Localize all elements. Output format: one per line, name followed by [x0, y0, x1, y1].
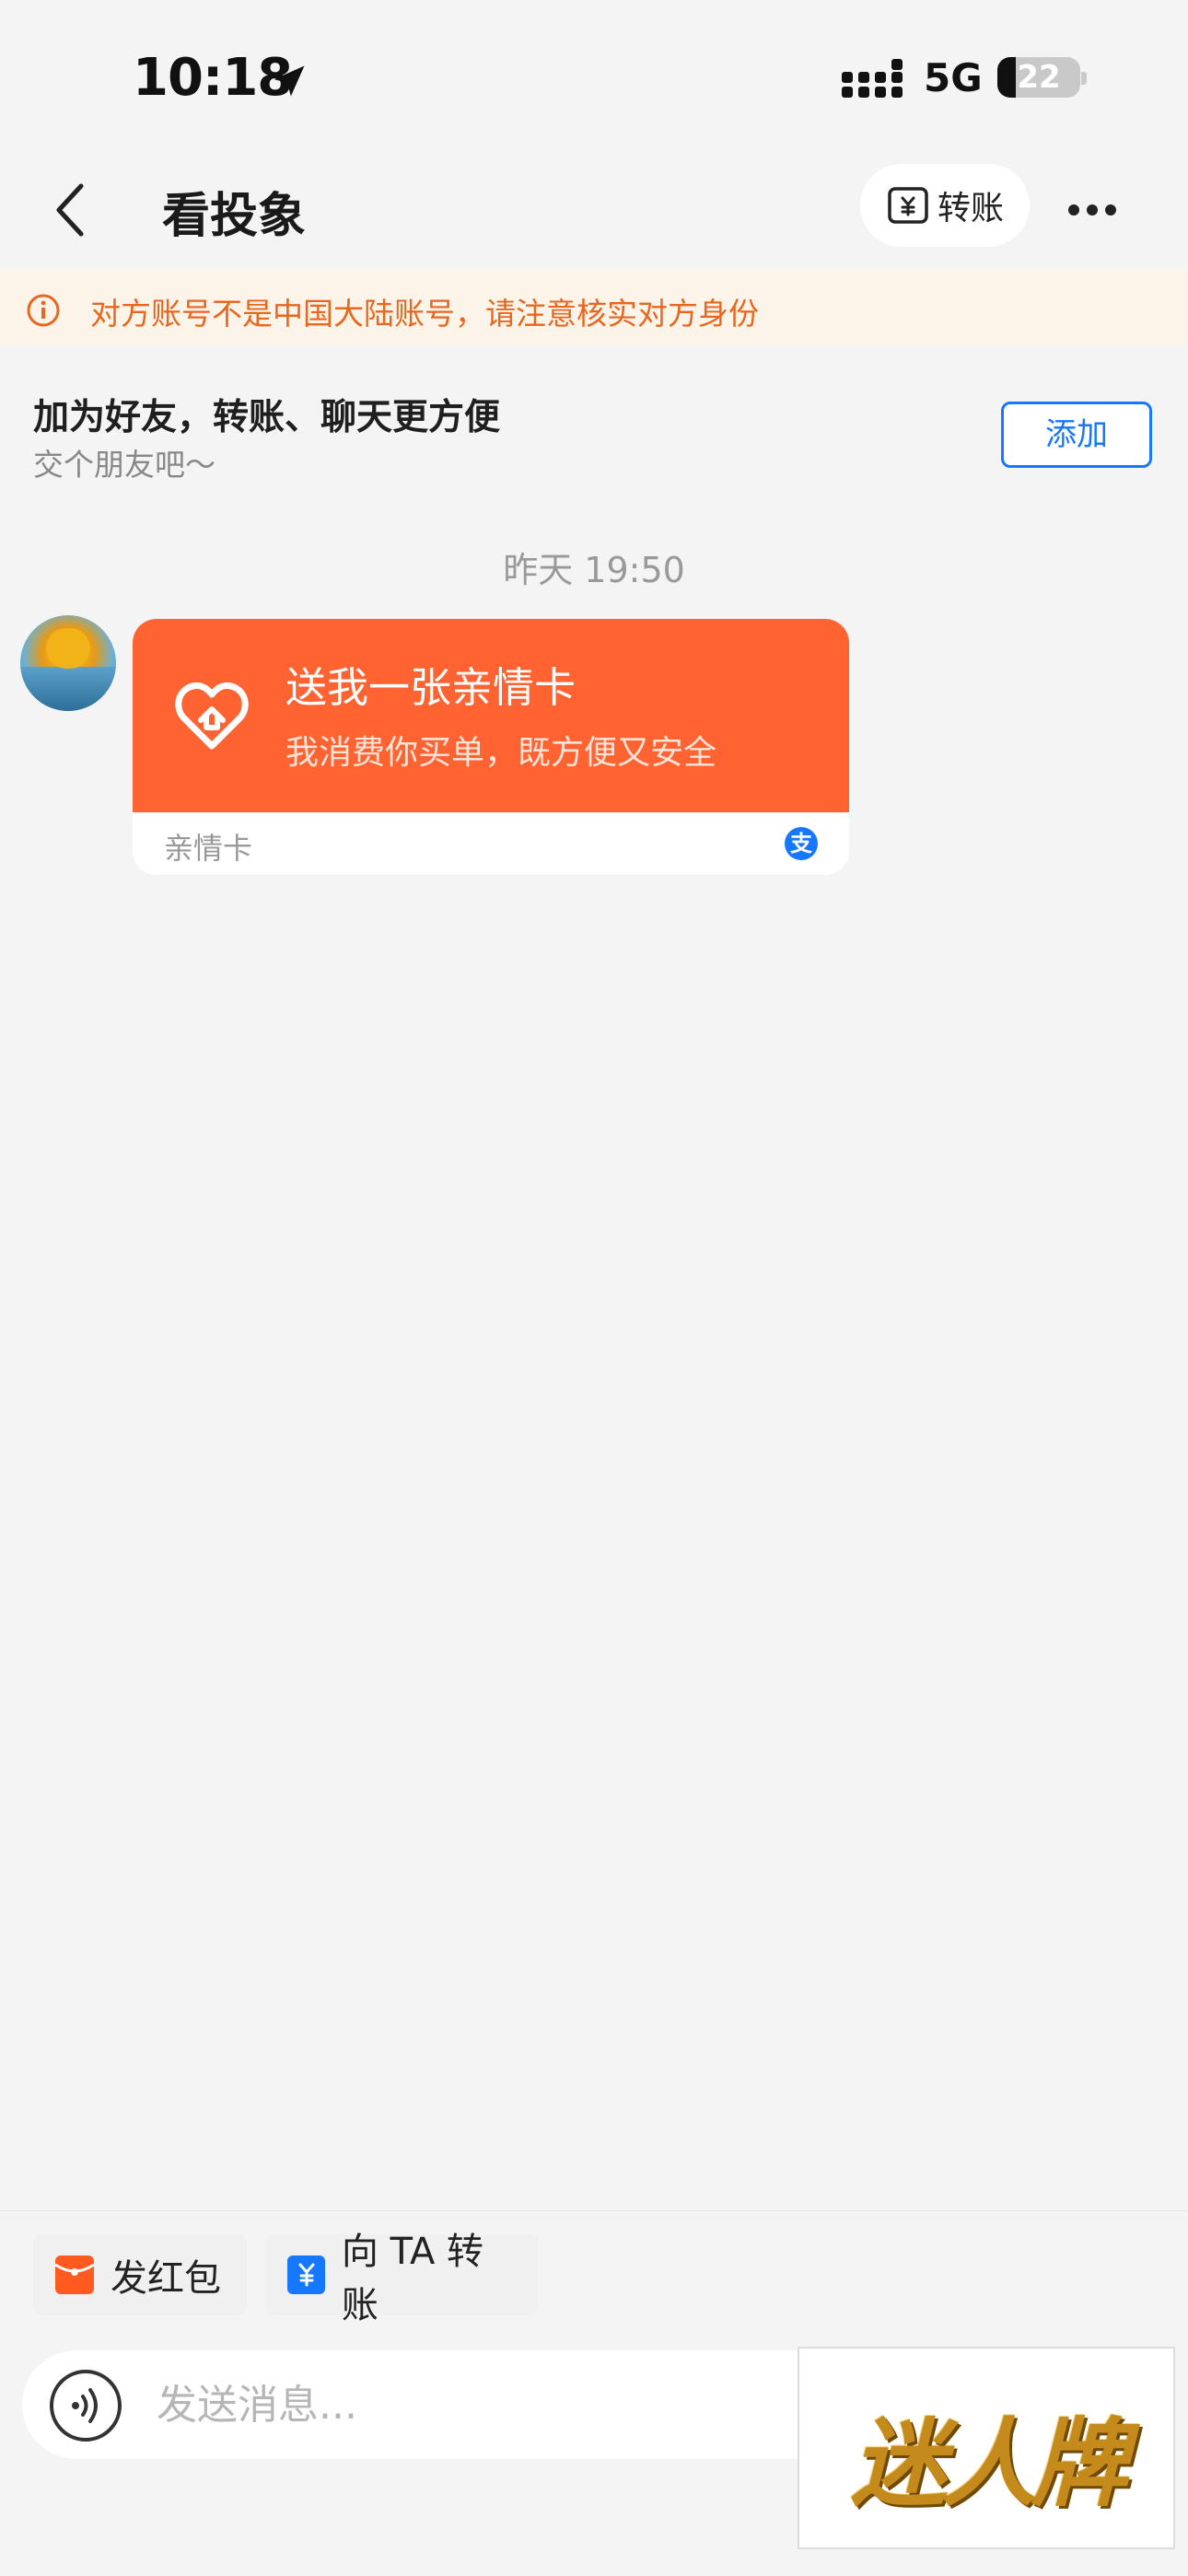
friend-prompt-title: 加为好友，转账、聊天更方便 [33, 397, 501, 438]
more-icon[interactable] [1066, 203, 1118, 217]
transfer-label: 转账 [937, 190, 1004, 227]
transfer-button[interactable]: 转账 [860, 164, 1030, 247]
red-packet-icon [55, 2255, 94, 2294]
transfer-icon [888, 187, 928, 224]
card-footer-label: 亲情卡 [164, 831, 253, 866]
info-icon [27, 294, 60, 327]
red-packet-button[interactable]: 发红包 [33, 2234, 247, 2315]
family-card-icon [175, 682, 249, 750]
red-packet-label: 发红包 [111, 2257, 221, 2300]
friend-prompt-subtitle: 交个朋友吧～ [33, 447, 215, 483]
chat-title: 看投象 [162, 189, 307, 244]
transfer-to-ta-label: 向 TA 转账 [341, 2231, 484, 2326]
card-header: 送我一张亲情卡 我消费你买单，既方便又安全 [133, 619, 849, 812]
voice-icon[interactable] [48, 2368, 123, 2443]
battery-cap [1081, 72, 1087, 85]
battery-icon: 22 [997, 57, 1080, 98]
transfer-ticket-icon [287, 2255, 325, 2294]
signal-icon [842, 59, 903, 98]
notice-text: 对方账号不是中国大陆账号，请注意核实对方身份 [90, 296, 759, 332]
watermark-text: 迷人牌 [850, 2407, 1127, 2520]
network-type: 5G [924, 55, 983, 100]
location-arrow-icon [274, 65, 305, 97]
message-input[interactable] [155, 2367, 785, 2442]
watermark-logo: 迷人牌 [798, 2347, 1175, 2549]
alipay-icon: 支 [785, 827, 818, 860]
card-title: 送我一张亲情卡 [285, 663, 577, 712]
back-chevron-icon[interactable] [52, 181, 88, 239]
transfer-to-ta-button[interactable]: 向 TA 转账 [265, 2231, 538, 2326]
family-card-message[interactable]: 送我一张亲情卡 我消费你买单，既方便又安全 亲情卡 支 [133, 619, 849, 875]
message-timestamp: 昨天 19:50 [503, 550, 685, 590]
avatar[interactable] [20, 615, 116, 711]
add-friend-button[interactable]: 添加 [1001, 402, 1152, 468]
battery-level: 22 [1017, 59, 1061, 96]
card-description: 我消费你买单，既方便又安全 [285, 734, 717, 772]
